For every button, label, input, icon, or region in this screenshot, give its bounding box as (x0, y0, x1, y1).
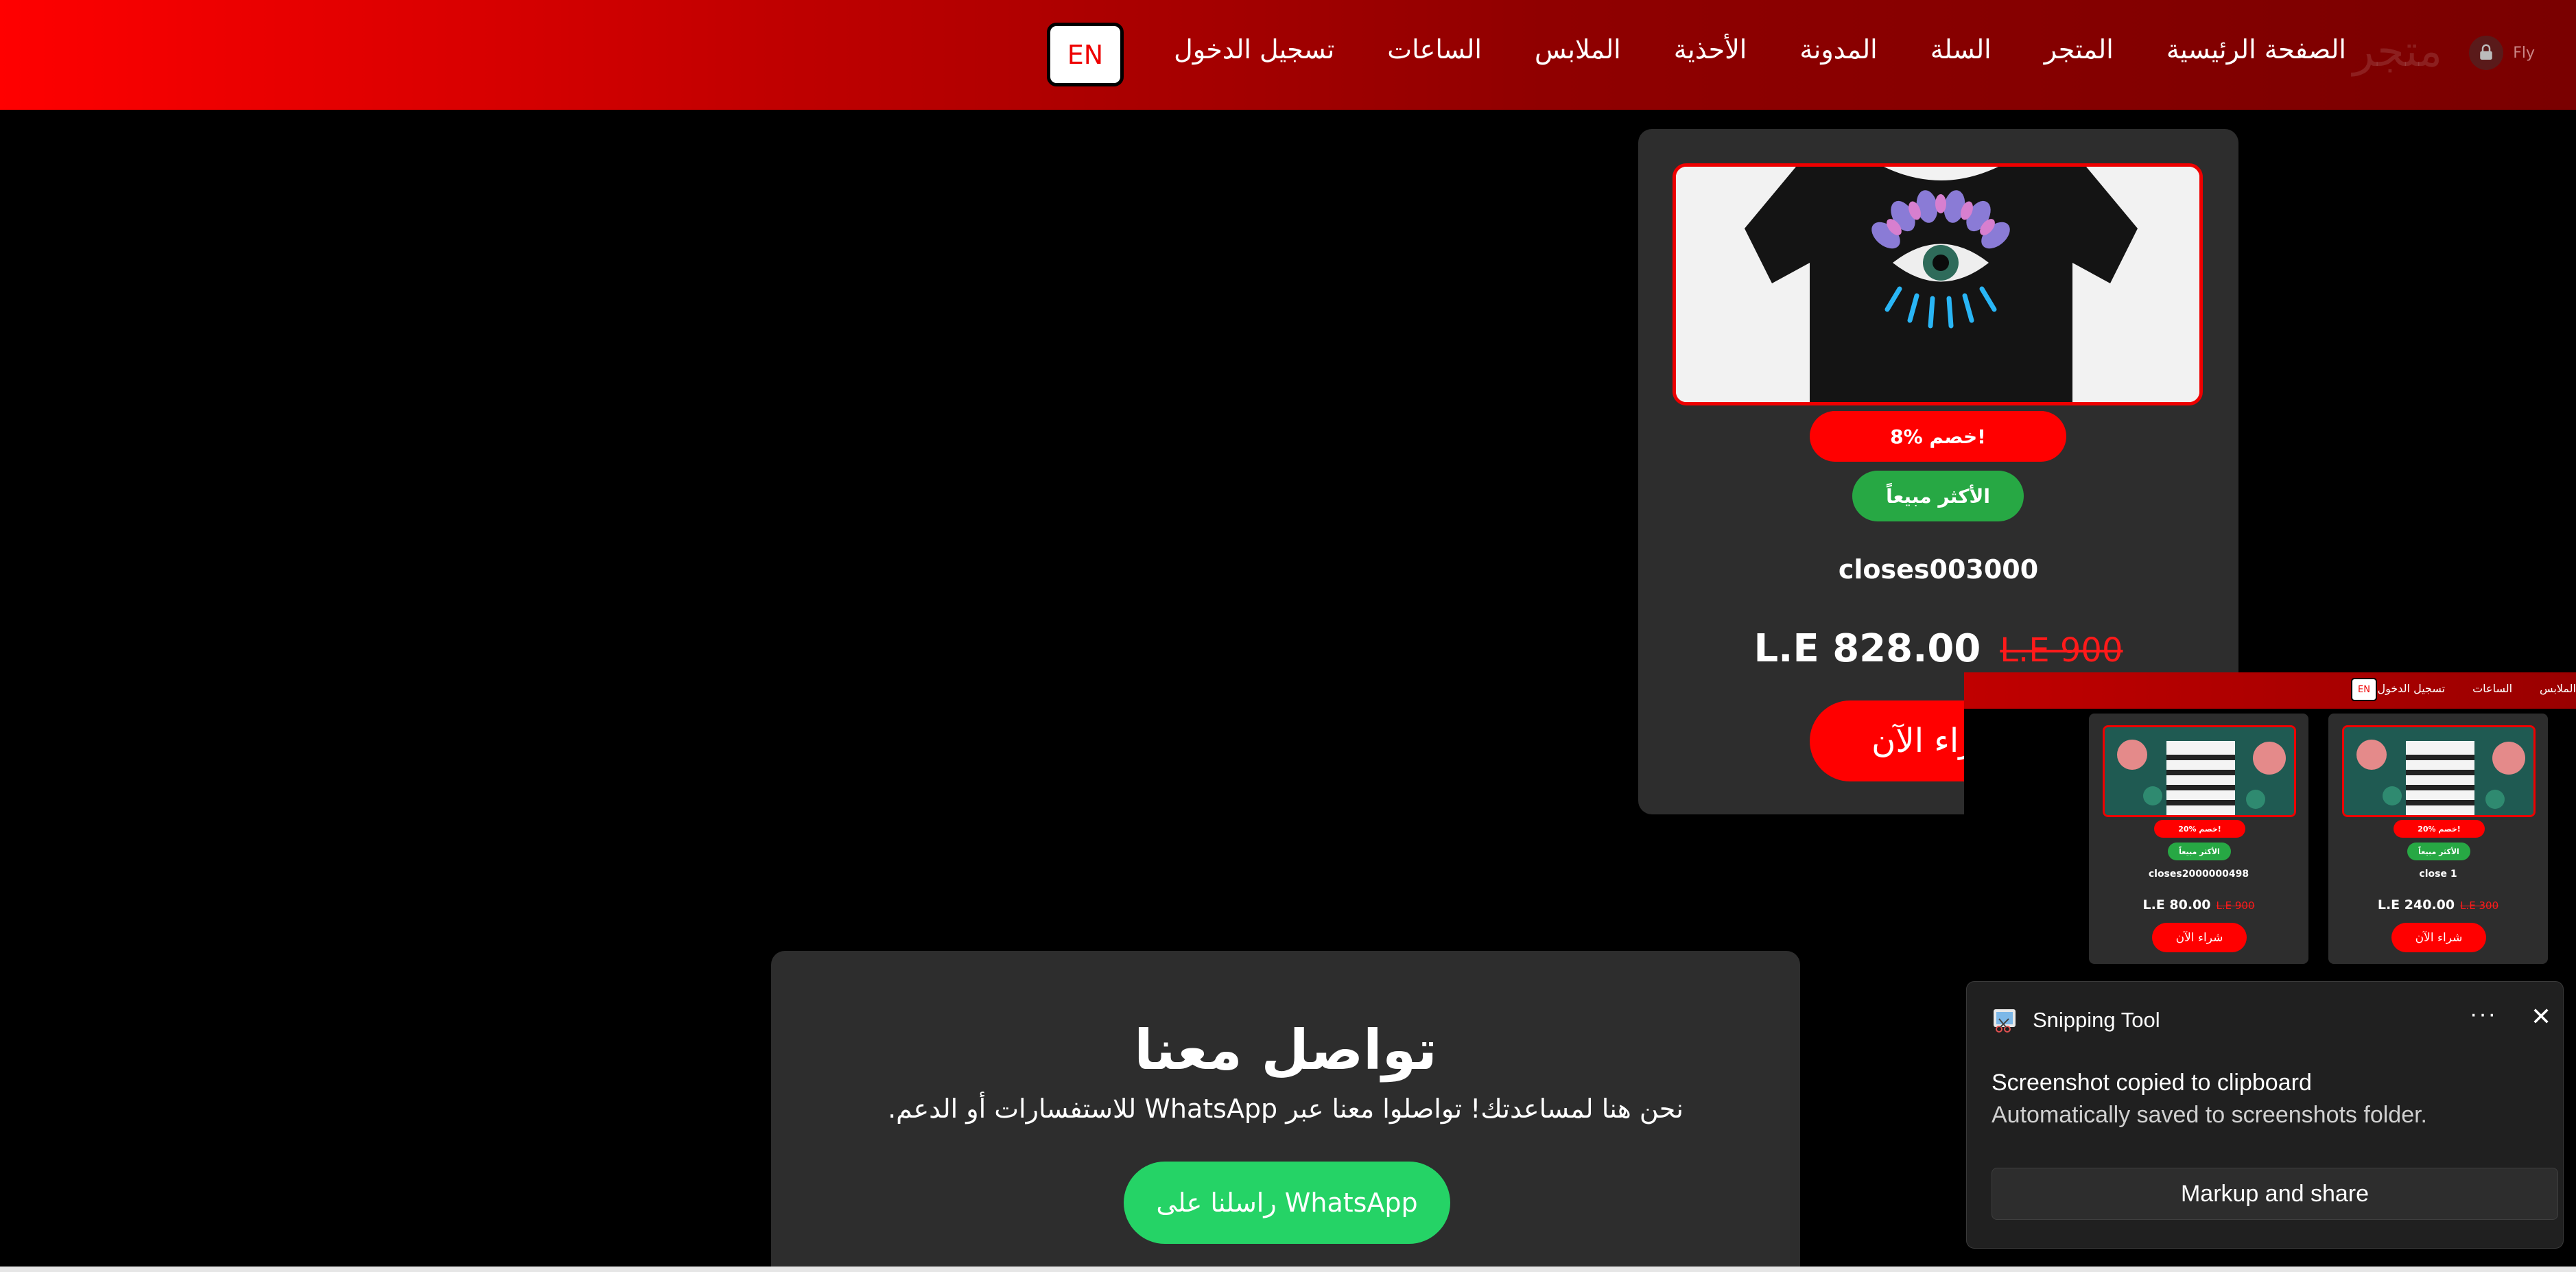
brand-watermark: متجر (2352, 26, 2442, 77)
screenshot-thumbnail[interactable]: الملابس الساعات تسجيل الدخول EN 20% خصم!… (1964, 672, 2576, 966)
brand-logo[interactable]: Fly (2469, 36, 2535, 70)
thumbnail-nav-watches: الساعات (2472, 682, 2513, 695)
notification-subtitle: Automatically saved to screenshots folde… (1992, 1102, 2427, 1128)
thumbnail-product-card: 20% خصم! الأكثر مبيعاً closes2000000498 … (2089, 714, 2308, 964)
lock-icon (2469, 36, 2504, 70)
original-price: L.E 900 (2000, 631, 2123, 670)
thumbnail-original-price: L.E 300 (2460, 899, 2499, 912)
nav-cart[interactable]: السلة (1930, 34, 1992, 64)
markup-and-share-button[interactable]: Markup and share (1992, 1168, 2558, 1220)
thumbnail-price-row: L.E 240.00 L.E 300 (2328, 897, 2548, 912)
thumbnail-current-price: L.E 80.00 (2142, 897, 2211, 912)
best-seller-badge: الأكثر مبيعاً (1852, 471, 2024, 521)
thumbnail-buy-button: شراء الآن (2391, 923, 2486, 952)
price-row: L.E 828.00 L.E 900 (1638, 626, 2238, 671)
more-options-icon[interactable]: ··· (2470, 1001, 2497, 1028)
thumbnail-product-name: close 1 (2419, 869, 2457, 880)
contact-title: تواصل معنا (1134, 1018, 1437, 1082)
thumbnail-product-card: 20% خصم! الأكثر مبيعاً close 1 L.E 240.0… (2328, 714, 2548, 964)
current-price: L.E 828.00 (1753, 626, 1981, 671)
thumbnail-best-seller-badge: الأكثر مبيعاً (2168, 843, 2231, 860)
nav-shoes[interactable]: الأحذية (1674, 34, 1747, 64)
thumbnail-current-price: L.E 240.00 (2377, 897, 2455, 912)
snipping-tool-icon (1994, 1009, 2016, 1033)
whatsapp-button[interactable]: راسلنا على WhatsApp (1124, 1162, 1450, 1244)
nav-store[interactable]: المتجر (2044, 34, 2114, 64)
contact-description: نحن هنا لمساعدتك! تواصلوا معنا عبر Whats… (888, 1094, 1683, 1124)
thumbnail-price-row: L.E 80.00 L.E 900 (2089, 897, 2308, 912)
product-image[interactable] (1673, 163, 2203, 405)
thumbnail-nav-clothes: الملابس (2540, 682, 2576, 695)
nav-watches[interactable]: الساعات (1387, 34, 1482, 64)
thumbnail-product-image (2342, 725, 2536, 817)
language-toggle-button[interactable]: EN (1047, 23, 1124, 86)
brand-text: Fly (2513, 44, 2535, 62)
product-name[interactable]: closes003000 (1638, 554, 2238, 585)
thumbnail-best-seller-badge: الأكثر مبيعاً (2407, 843, 2470, 860)
bottom-edge (0, 1267, 2576, 1272)
thumbnail-nav-links: الملابس الساعات تسجيل الدخول (2350, 682, 2576, 695)
nav-home[interactable]: الصفحة الرئيسية (2166, 34, 2346, 64)
nav-clothes[interactable]: الملابس (1535, 34, 1621, 64)
thumbnail-original-price: L.E 900 (2216, 899, 2255, 912)
close-icon[interactable]: ✕ (2531, 1002, 2551, 1031)
thumbnail-language-button: EN (2351, 678, 2377, 701)
nav-links: الصفحة الرئيسية المتجر السلة المدونة الأ… (1121, 34, 2346, 64)
nav-login[interactable]: تسجيل الدخول (1174, 34, 1334, 64)
snipping-tool-notification: Snipping Tool ··· ✕ Screenshot copied to… (1966, 981, 2564, 1249)
thumbnail-discount-badge: 20% خصم! (2154, 820, 2245, 838)
notification-app-name: Snipping Tool (2033, 1008, 2160, 1032)
thumbnail-product-name: closes2000000498 (2148, 869, 2249, 880)
thumbnail-product-image (2103, 725, 2296, 817)
top-navbar: Fly متجر الصفحة الرئيسية المتجر السلة ال… (0, 0, 2576, 110)
thumbnail-navbar: الملابس الساعات تسجيل الدخول EN (1964, 672, 2576, 709)
thumbnail-nav-login: تسجيل الدخول (2377, 682, 2446, 695)
thumbnail-discount-badge: 20% خصم! (2394, 820, 2485, 838)
nav-blog[interactable]: المدونة (1799, 34, 1877, 64)
contact-section: تواصل معنا نحن هنا لمساعدتك! تواصلوا معن… (771, 951, 1800, 1272)
notification-title: Screenshot copied to clipboard (1992, 1070, 2312, 1096)
discount-badge: 8% خصم! (1810, 411, 2066, 462)
thumbnail-buy-button: شراء الآن (2152, 923, 2247, 952)
